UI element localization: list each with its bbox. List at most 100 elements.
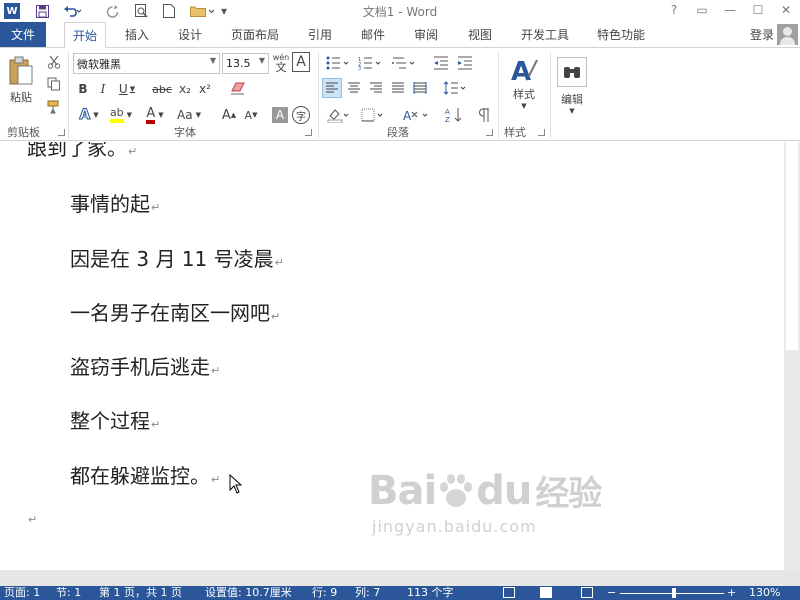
ribbon-tabs: 文件 开始 插入 设计 页面布局 引用 邮件 审阅 视图 开发工具 特色功能 登… (0, 22, 800, 48)
vertical-scrollbar[interactable] (784, 142, 800, 570)
font-size-combo[interactable]: 13.5 ▼ (222, 53, 269, 74)
tab-special-features[interactable]: 特色功能 (588, 22, 654, 47)
tab-design[interactable]: 设计 (168, 22, 212, 47)
web-layout-icon[interactable] (581, 587, 593, 598)
align-center-button[interactable] (344, 78, 364, 98)
read-mode-icon[interactable] (503, 587, 515, 598)
svg-text:A: A (403, 109, 412, 122)
group-divider (318, 52, 319, 138)
distributed-button[interactable] (410, 78, 430, 98)
login-link[interactable]: 登录 (750, 22, 774, 47)
subscript-button[interactable]: x₂ (176, 78, 194, 100)
character-border-button[interactable]: A (292, 52, 310, 72)
font-name-combo[interactable]: 微软雅黑 ▼ (73, 53, 220, 74)
styles-button[interactable]: A 样式 ▼ (502, 53, 546, 113)
character-shading-button[interactable]: A (272, 107, 288, 123)
justify-button[interactable] (388, 78, 408, 98)
shading-button[interactable] (324, 104, 352, 126)
tab-insert[interactable]: 插入 (116, 22, 158, 47)
chinese-layout-button[interactable]: A (400, 104, 432, 126)
sort-button[interactable]: AZ (440, 104, 470, 126)
tab-developer[interactable]: 开发工具 (512, 22, 578, 47)
grow-font-button[interactable]: A ▲ (220, 104, 238, 126)
increase-indent-button[interactable] (454, 53, 476, 73)
show-formatting-marks-button[interactable] (474, 104, 496, 126)
status-position[interactable]: 设置值: 10.7厘米 (205, 586, 292, 600)
text-highlight-button[interactable]: ab ▼ (106, 104, 136, 126)
clear-formatting-icon[interactable] (228, 79, 248, 99)
help-button[interactable]: ? (660, 1, 688, 19)
ribbon-display-options-button[interactable]: ▭ (688, 1, 716, 19)
phonetic-guide-button[interactable]: wén 文 (272, 51, 290, 75)
document-line: 盗窃手机后逃走↵ (70, 355, 221, 379)
change-case-button[interactable]: Aa ▼ (174, 104, 204, 126)
customize-quick-access-button[interactable]: ▾ (218, 2, 230, 20)
avatar[interactable] (777, 24, 798, 45)
zoom-out-button[interactable]: − (607, 586, 616, 600)
tab-home[interactable]: 开始 (64, 22, 106, 48)
status-page-of[interactable]: 第 1 页，共 1 页 (99, 586, 182, 600)
watermark-url: jingyan.baidu.com (372, 517, 537, 536)
line-spacing-button[interactable] (440, 78, 470, 98)
strikethrough-button[interactable]: abc (150, 78, 174, 100)
watermark-brand-du: du (476, 467, 532, 514)
tab-mailings[interactable]: 邮件 (352, 22, 394, 47)
print-preview-icon[interactable] (132, 2, 150, 20)
status-line[interactable]: 行: 9 (312, 586, 337, 600)
styles-launcher-icon[interactable] (538, 129, 545, 136)
scrollbar-thumb[interactable] (786, 142, 798, 350)
numbering-button[interactable]: 123 (355, 53, 385, 73)
svg-text:Z: Z (445, 116, 450, 123)
superscript-button[interactable]: x² (196, 78, 214, 100)
status-column[interactable]: 列: 7 (355, 586, 380, 600)
paste-button[interactable]: 粘贴 (4, 52, 38, 108)
close-button[interactable]: ✕ (772, 1, 800, 19)
font-launcher-icon[interactable] (305, 129, 312, 136)
bold-button[interactable]: B (74, 78, 92, 100)
shrink-font-button[interactable]: A ▼ (242, 104, 260, 126)
underline-button[interactable]: U ▼ (114, 78, 140, 100)
new-document-icon[interactable] (160, 2, 178, 20)
zoom-in-button[interactable]: + (727, 586, 736, 600)
font-color-button[interactable]: A ▼ (140, 104, 170, 126)
word-logo-icon[interactable]: W (4, 3, 20, 19)
tab-review[interactable]: 审阅 (404, 22, 448, 47)
maximize-button[interactable]: ☐ (744, 1, 772, 19)
borders-button[interactable] (358, 104, 386, 126)
tab-references[interactable]: 引用 (298, 22, 342, 47)
tab-page-layout[interactable]: 页面布局 (222, 22, 288, 47)
multilevel-list-button[interactable] (389, 53, 419, 73)
cut-icon[interactable] (44, 53, 64, 71)
zoom-level[interactable]: 130% (749, 586, 780, 600)
open-folder-icon[interactable] (188, 2, 218, 20)
tab-view[interactable]: 视图 (458, 22, 502, 47)
align-left-button[interactable] (322, 78, 342, 98)
zoom-slider-thumb[interactable] (672, 588, 676, 598)
copy-icon[interactable] (44, 75, 64, 93)
document-line: 一名男子在南区一网吧↵ (70, 301, 281, 325)
save-icon[interactable] (32, 2, 52, 20)
status-bar: 页面: 1 节: 1 第 1 页，共 1 页 设置值: 10.7厘米 行: 9 … (0, 586, 800, 600)
title-bar: W ▾ 文档1 - Word ? ▭ — ☐ ✕ (0, 0, 800, 22)
editing-button[interactable]: 编辑 ▼ (554, 53, 590, 119)
text-effects-button[interactable]: A ▼ (74, 104, 104, 126)
binoculars-icon (557, 57, 587, 87)
redo-icon[interactable] (103, 2, 121, 20)
tab-file[interactable]: 文件 (0, 22, 46, 47)
clipboard-launcher-icon[interactable] (58, 129, 65, 136)
italic-button[interactable]: I (94, 78, 112, 100)
undo-icon[interactable] (60, 2, 86, 20)
status-page[interactable]: 页面: 1 (4, 586, 40, 600)
status-word-count[interactable]: 113 个字 (407, 586, 454, 600)
minimize-button[interactable]: — (716, 1, 744, 19)
group-divider (68, 52, 69, 138)
print-layout-icon[interactable] (540, 587, 552, 598)
enclose-characters-button[interactable]: 字 (292, 106, 310, 124)
document-line: 跟到了家。↵ (27, 142, 138, 160)
decrease-indent-button[interactable] (430, 53, 452, 73)
paragraph-launcher-icon[interactable] (486, 129, 493, 136)
bullets-button[interactable] (323, 53, 353, 73)
status-section[interactable]: 节: 1 (56, 586, 81, 600)
align-right-button[interactable] (366, 78, 386, 98)
format-painter-icon[interactable] (44, 98, 64, 116)
